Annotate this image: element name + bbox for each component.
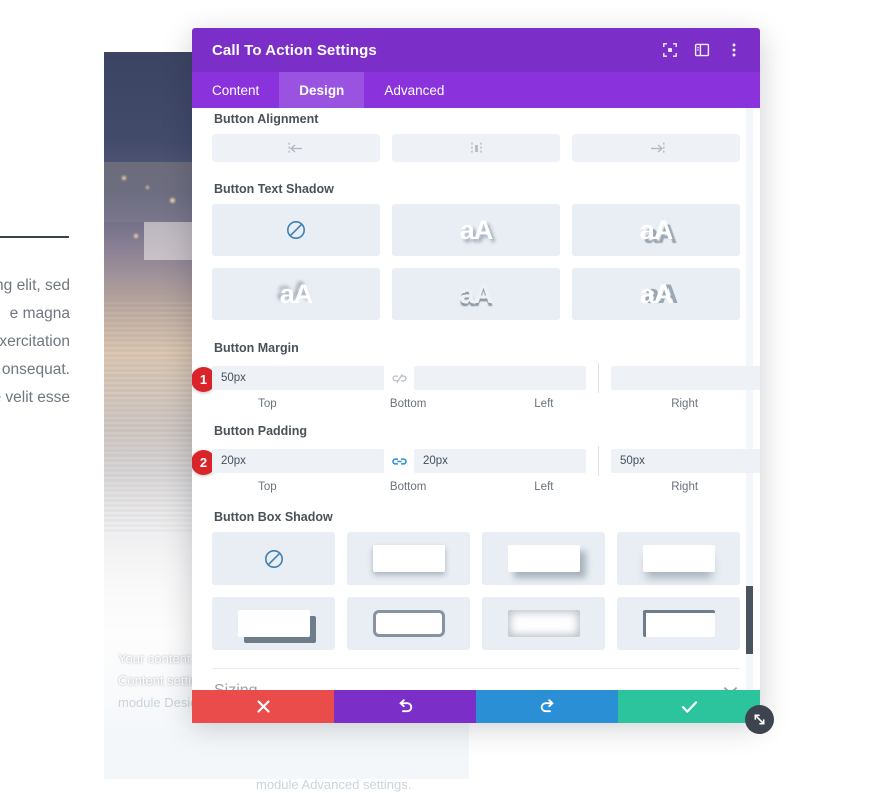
modal-titlebar: Call To Action Settings (192, 28, 760, 72)
text-shadow-bottom-preset[interactable]: aA (392, 268, 560, 320)
page-body-text: ng elit, sed e magna xercitation onsequa… (0, 272, 70, 412)
margin-top-input[interactable] (212, 366, 384, 390)
button-margin-label: Button Margin (214, 341, 299, 355)
titlebar-icon-group (662, 42, 742, 58)
heading-divider (0, 236, 69, 238)
preset-glyph: aA (459, 214, 494, 245)
resize-handle-icon[interactable] (745, 705, 774, 734)
padding-right-caption: Right (671, 481, 699, 493)
box-shadow-soft-bottom-preset[interactable] (347, 532, 470, 585)
preset-glyph: aA (279, 278, 314, 309)
modal-tab-bar: Content Design Advanced (192, 72, 760, 108)
check-icon (681, 700, 698, 714)
body-line: ng elit, sed (0, 277, 70, 294)
preset-glyph: aA (639, 214, 674, 245)
box-shadow-outline-preset[interactable] (347, 597, 470, 650)
text-shadow-none-preset[interactable] (212, 204, 380, 256)
margin-bottom-input[interactable] (414, 366, 586, 390)
screenshot-root: ns ng elit, sed e magna xercitation onse… (0, 0, 880, 793)
expand-icon[interactable] (662, 42, 678, 58)
padding-link-vertical-icon[interactable] (384, 456, 414, 467)
tab-content[interactable]: Content (192, 72, 279, 108)
preset-swatch (507, 545, 580, 572)
button-padding-label: Button Padding (214, 424, 308, 438)
padding-bottom-input[interactable] (414, 449, 586, 473)
box-shadow-spread-bottom-preset[interactable] (617, 532, 740, 585)
button-margin-captions: Top Bottom Left Right (212, 398, 740, 410)
body-line: e velit esse (0, 389, 70, 406)
save-button[interactable] (618, 690, 760, 723)
preset-swatch (372, 545, 445, 572)
body-line: xercitation (0, 333, 70, 350)
padding-left-caption: Left (534, 481, 554, 493)
align-left-icon[interactable] (212, 134, 380, 162)
redo-button[interactable] (476, 690, 618, 723)
body-line: onsequat. (1, 361, 70, 378)
box-shadow-offset-bottom-right-preset[interactable] (482, 532, 605, 585)
padding-top-caption: Top (258, 481, 277, 493)
settings-scroll-area: Button Alignment Button Text Shadow aA a… (192, 108, 760, 718)
text-shadow-up-left-preset[interactable]: aA (212, 268, 380, 320)
body-line: e magna (9, 305, 70, 322)
button-text-shadow-label: Button Text Shadow (214, 182, 334, 196)
text-shadow-soft-down-right-preset[interactable]: aA (392, 204, 560, 256)
button-padding-captions: Top Bottom Left Right (212, 481, 740, 493)
margin-link-vertical-icon[interactable] (384, 373, 414, 384)
preset-swatch (372, 610, 445, 637)
tab-advanced[interactable]: Advanced (364, 72, 464, 108)
margin-right-caption: Right (671, 398, 699, 410)
modal-body: Button Alignment Button Text Shadow aA a… (192, 108, 760, 718)
margin-left-input[interactable] (611, 366, 760, 390)
text-shadow-right-preset[interactable]: aA (572, 268, 740, 320)
preset-swatch (507, 610, 580, 637)
preset-glyph: aA (459, 278, 494, 309)
button-margin-inputs (212, 363, 760, 393)
button-box-shadow-label: Button Box Shadow (214, 510, 333, 524)
margin-divider (598, 363, 599, 393)
padding-bottom-caption: Bottom (389, 481, 427, 493)
box-shadow-none-preset[interactable] (212, 532, 335, 585)
footnote-line: module Advanced settings. (256, 777, 412, 792)
preset-swatch (237, 610, 310, 637)
modal-action-bar (192, 690, 760, 723)
preset-swatch (642, 545, 715, 572)
button-padding-group: 2 20px 20px 50px Top Bottom Left Right (192, 446, 760, 493)
align-center-icon[interactable] (392, 134, 560, 162)
button-box-shadow-presets (212, 532, 740, 650)
box-shadow-top-left-border-preset[interactable] (617, 597, 740, 650)
button-padding-inputs (212, 446, 760, 476)
padding-divider (598, 446, 599, 476)
padding-left-input[interactable] (611, 449, 760, 473)
margin-top-caption: Top (258, 398, 277, 410)
margin-bottom-caption: Bottom (389, 398, 427, 410)
padding-top-input[interactable] (212, 449, 384, 473)
undo-icon (397, 698, 414, 715)
cancel-button[interactable] (192, 690, 334, 723)
margin-left-caption: Left (534, 398, 554, 410)
tab-design[interactable]: Design (279, 72, 365, 108)
text-shadow-hard-down-right-preset[interactable]: aA (572, 204, 740, 256)
layout-toggle-icon[interactable] (694, 42, 710, 58)
call-to-action-settings-modal: Call To Action Settings Content Design A… (192, 28, 760, 718)
more-options-icon[interactable] (726, 42, 742, 58)
button-alignment-options (212, 134, 740, 162)
modal-title: Call To Action Settings (212, 41, 377, 59)
preset-glyph: aA (639, 278, 674, 309)
button-text-shadow-presets: aA aA aA aA aA (212, 204, 740, 320)
box-shadow-inset-preset[interactable] (482, 597, 605, 650)
redo-icon (539, 698, 556, 715)
undo-button[interactable] (334, 690, 476, 723)
button-margin-group: 1 50px Top Bottom Left Right (192, 363, 760, 410)
close-icon (256, 699, 271, 714)
align-right-icon[interactable] (572, 134, 740, 162)
button-alignment-label: Button Alignment (214, 112, 319, 126)
preset-swatch (642, 610, 715, 637)
box-shadow-hard-bottom-right-preset[interactable] (212, 597, 335, 650)
